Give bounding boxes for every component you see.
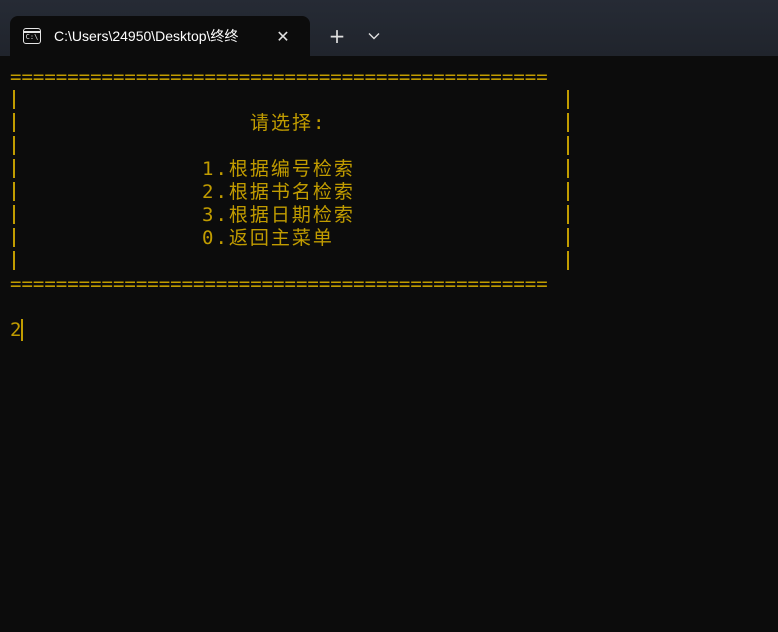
border-right bbox=[567, 113, 569, 132]
border-left bbox=[13, 136, 15, 155]
title-bar: C:\ C:\Users\24950\Desktop\终终 ✕ + bbox=[0, 0, 778, 56]
chevron-down-icon[interactable] bbox=[362, 24, 386, 48]
terminal-icon: C:\ bbox=[23, 28, 41, 44]
border-bottom: ========================================… bbox=[10, 273, 548, 295]
tab-terminal[interactable]: C:\ C:\Users\24950\Desktop\终终 ✕ bbox=[10, 16, 310, 56]
menu-option-0: 0.返回主菜单 bbox=[202, 227, 334, 249]
border-left bbox=[13, 159, 15, 178]
menu-option-1: 1.根据编号检索 bbox=[202, 158, 355, 180]
close-icon[interactable]: ✕ bbox=[272, 25, 294, 47]
border-right bbox=[567, 228, 569, 247]
text-cursor bbox=[21, 319, 23, 341]
border-left bbox=[13, 113, 15, 132]
border-left bbox=[13, 90, 15, 109]
border-right bbox=[567, 205, 569, 224]
border-right bbox=[567, 182, 569, 201]
tab-title: C:\Users\24950\Desktop\终终 bbox=[54, 28, 239, 44]
border-right bbox=[567, 136, 569, 155]
border-left bbox=[13, 205, 15, 224]
border-right bbox=[567, 159, 569, 178]
border-left bbox=[13, 182, 15, 201]
border-right bbox=[567, 251, 569, 270]
menu-prompt-title: 请选择: bbox=[250, 112, 327, 134]
border-left bbox=[13, 251, 15, 270]
border-top: ========================================… bbox=[10, 66, 548, 88]
menu-option-3: 3.根据日期检索 bbox=[202, 204, 355, 226]
new-tab-button[interactable]: + bbox=[324, 24, 350, 48]
terminal-output[interactable]: ========================================… bbox=[0, 56, 778, 632]
border-right bbox=[567, 90, 569, 109]
terminal-input[interactable]: 2 bbox=[10, 319, 21, 342]
menu-option-2: 2.根据书名检索 bbox=[202, 181, 355, 203]
border-left bbox=[13, 228, 15, 247]
